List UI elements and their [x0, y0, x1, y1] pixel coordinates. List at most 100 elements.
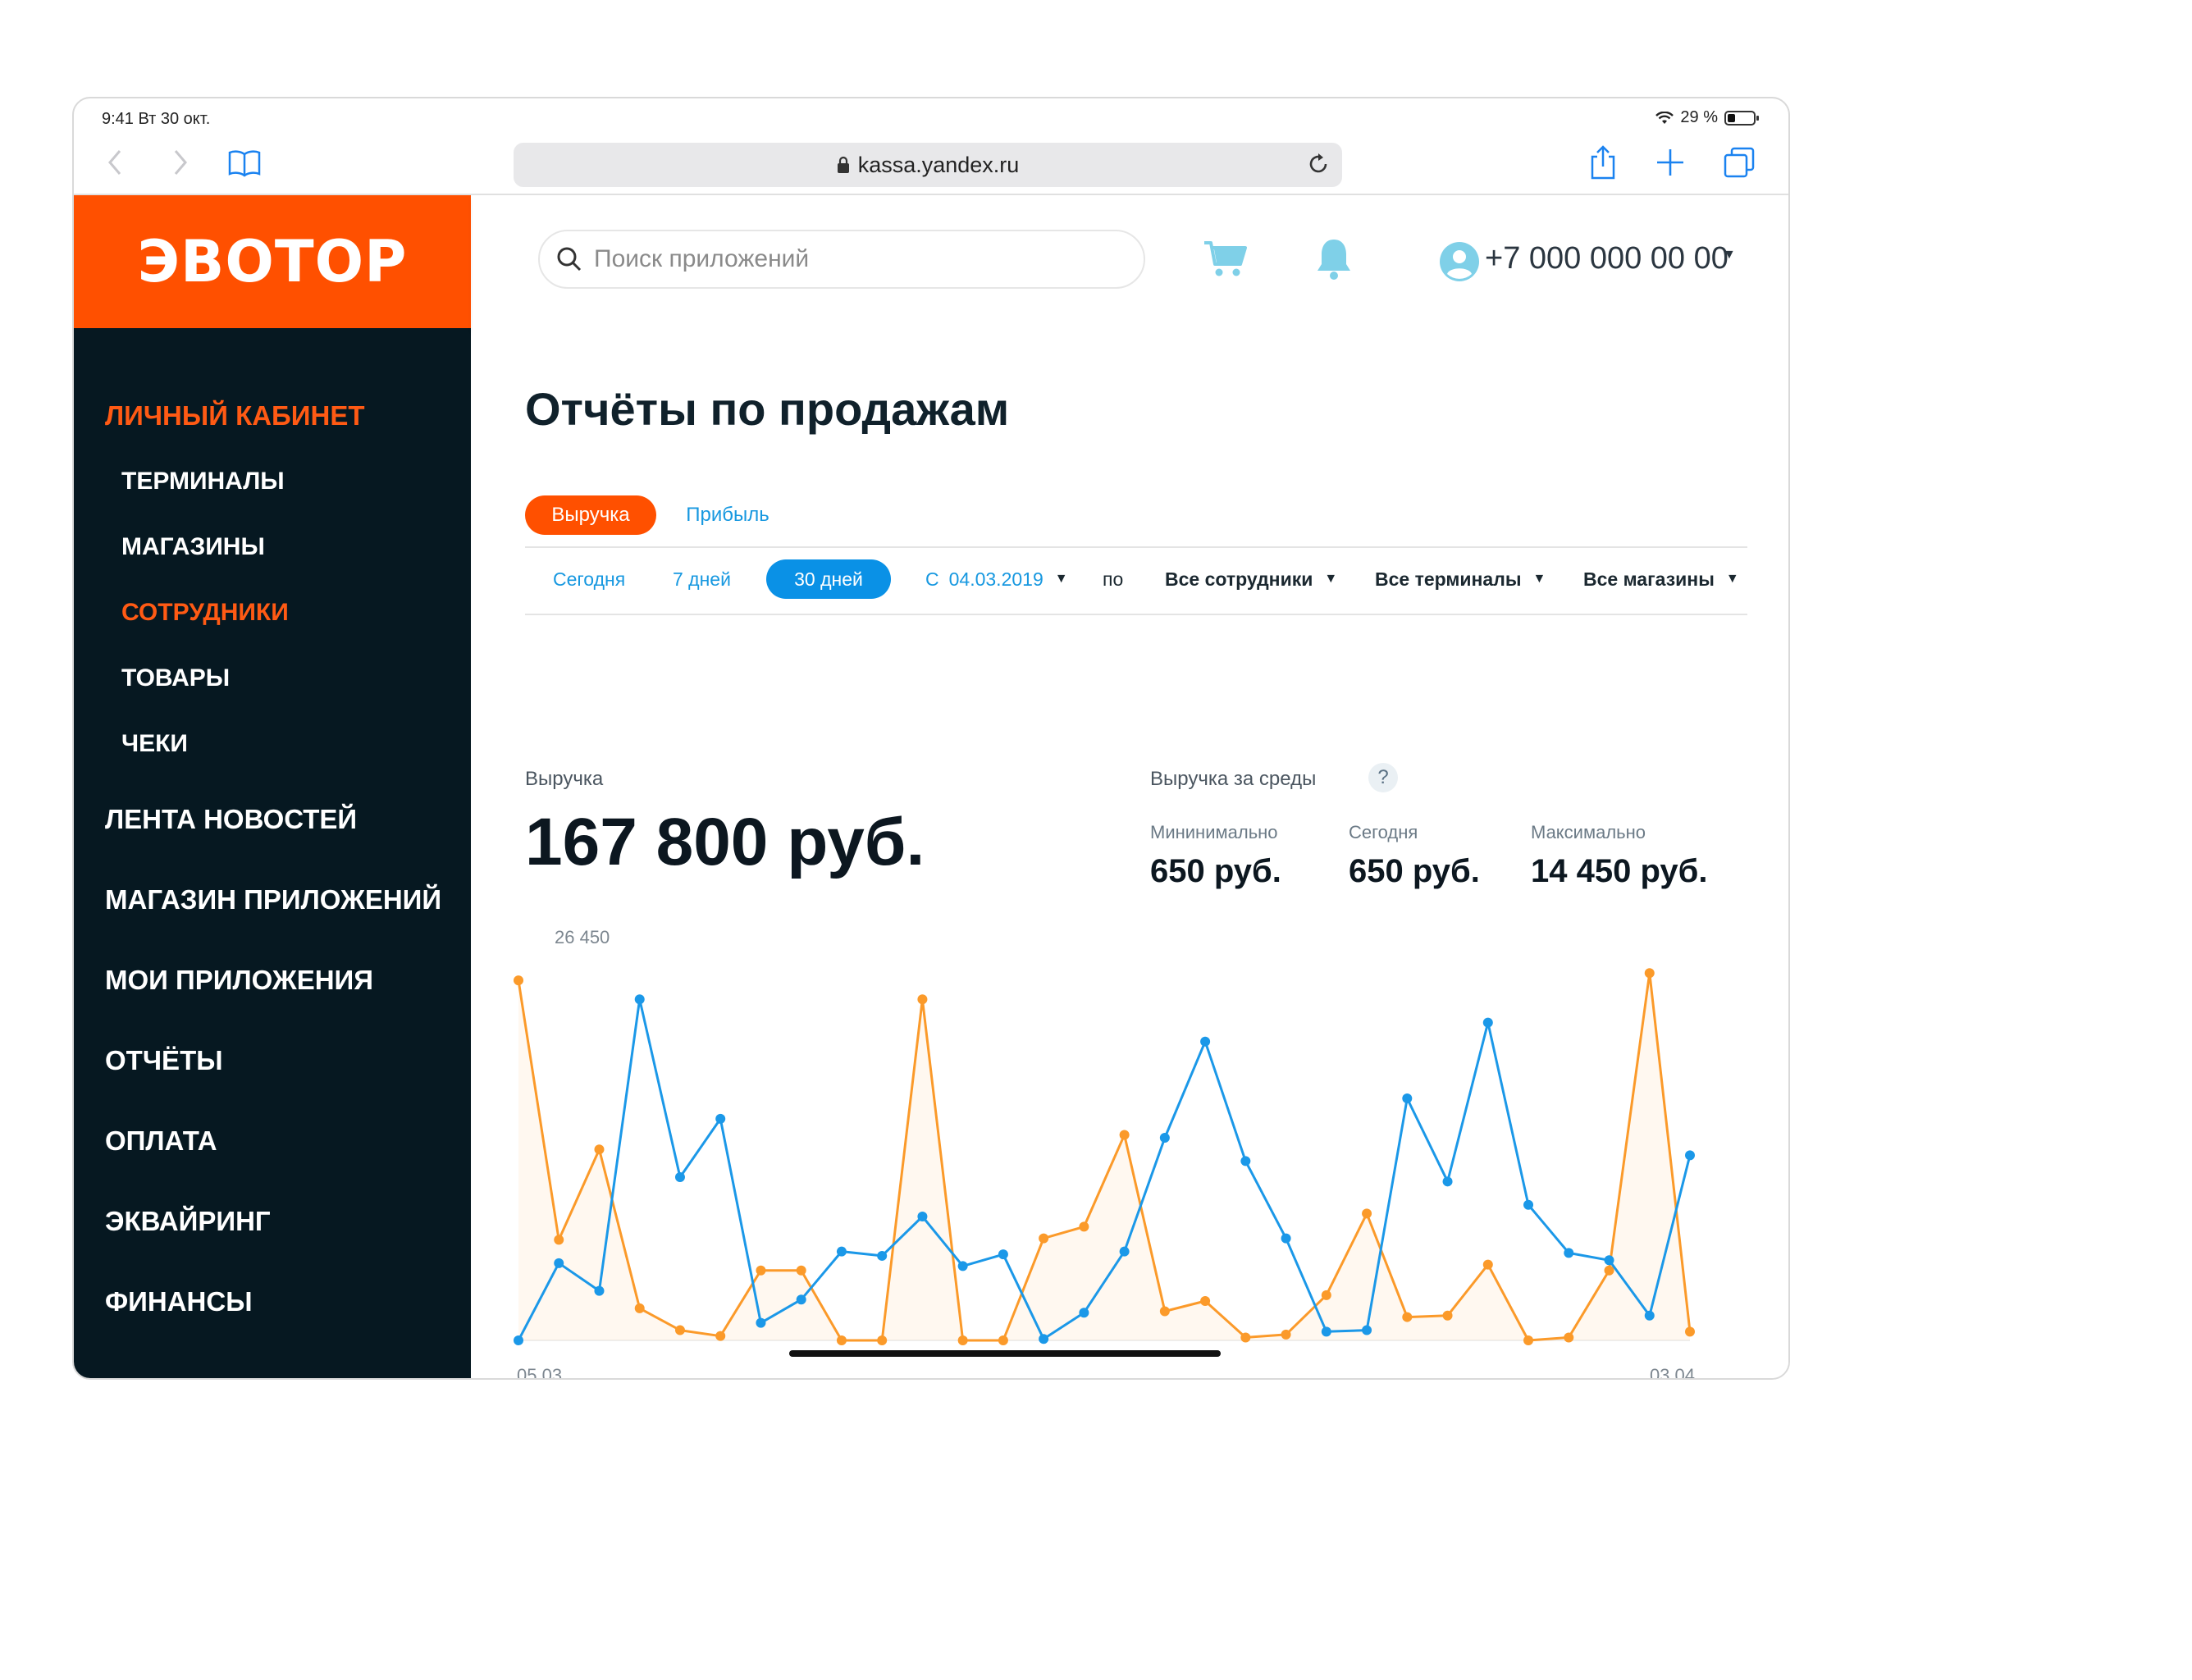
sidebar: ЭВОТОР ЛИЧНЫЙ КАБИНЕТ ТЕРМИНАЛЫ МАГАЗИНЫ…	[74, 195, 471, 1378]
series-blue-point-11	[957, 1261, 968, 1271]
series-orange-point-7	[796, 1265, 806, 1276]
series-orange-point-1	[554, 1235, 564, 1245]
revenue-line-chart: 26 450 05.03 03.04	[514, 927, 1695, 1378]
series-blue-point-29	[1685, 1150, 1695, 1161]
tabs-icon[interactable]	[1719, 143, 1759, 182]
help-icon[interactable]: ?	[1368, 763, 1398, 792]
series-blue-point-6	[756, 1317, 766, 1328]
x-end-label: 03.04	[1650, 1365, 1695, 1378]
date-from-picker[interactable]: С 04.03.2019 ▼	[925, 559, 1068, 599]
user-avatar-icon[interactable]	[1439, 241, 1480, 282]
series-orange-point-15	[1119, 1130, 1130, 1140]
battery-percent: 29 %	[1680, 108, 1718, 126]
sidebar-item-acquiring[interactable]: ЭКВАЙРИНГ	[105, 1206, 271, 1237]
sidebar-item-products[interactable]: ТОВАРЫ	[121, 664, 230, 692]
user-phone[interactable]: +7 000 000 00 00	[1485, 241, 1728, 276]
new-tab-icon[interactable]	[1651, 143, 1690, 182]
series-orange-point-29	[1685, 1326, 1695, 1337]
filters-bottom-divider	[525, 614, 1747, 615]
sidebar-item-app-store[interactable]: МАГАЗИН ПРИЛОЖЕНИЙ	[105, 884, 441, 915]
share-icon[interactable]	[1583, 143, 1623, 182]
cart-icon[interactable]	[1203, 240, 1249, 279]
sidebar-item-news[interactable]: ЛЕНТА НОВОСТЕЙ	[105, 804, 357, 835]
series-blue-point-27	[1604, 1255, 1614, 1266]
revenue-label: Выручка	[525, 768, 604, 790]
stat-max-label: Максимально	[1531, 822, 1646, 842]
x-start-label: 05.03	[517, 1365, 562, 1378]
tab-profit[interactable]: Прибыль	[666, 495, 789, 535]
filter-7-days[interactable]: 7 дней	[673, 559, 731, 599]
sidebar-item-terminals[interactable]: ТЕРМИНАЛЫ	[121, 468, 285, 495]
sidebar-item-employees[interactable]: СОТРУДНИКИ	[121, 599, 289, 627]
status-indicators: 29 %	[1655, 108, 1759, 127]
back-icon[interactable]	[95, 143, 135, 182]
series-blue-point-17	[1200, 1036, 1211, 1047]
series-orange-point-4	[674, 1325, 685, 1335]
series-orange-point-3	[634, 1303, 645, 1313]
series-blue-point-2	[594, 1285, 605, 1296]
reports-content: Отчёты по продажам Выручка Прибыль Сегод…	[473, 328, 1788, 1378]
search-input[interactable]	[592, 244, 1088, 274]
url-bar[interactable]: kassa.yandex.ru	[514, 143, 1342, 187]
employees-dropdown[interactable]: Все сотрудники ▼	[1165, 559, 1337, 599]
lock-icon	[837, 156, 849, 173]
series-orange-point-2	[594, 1144, 605, 1155]
series-blue-point-0	[514, 1335, 523, 1345]
series-orange-point-6	[756, 1265, 766, 1276]
filter-today[interactable]: Сегодня	[553, 559, 625, 599]
reload-icon[interactable]	[1306, 152, 1331, 176]
series-blue-point-14	[1079, 1308, 1089, 1318]
stat-min-label: Мининимально	[1150, 822, 1278, 842]
series-blue-point-24	[1482, 1017, 1493, 1028]
y-max-label: 26 450	[555, 927, 610, 947]
sidebar-item-finance[interactable]: ФИНАНСЫ	[105, 1286, 253, 1317]
series-blue-point-7	[796, 1294, 806, 1305]
battery-icon	[1724, 110, 1759, 126]
series-orange-point-28	[1644, 968, 1655, 979]
tab-revenue[interactable]: Выручка	[525, 495, 656, 535]
stat-max-value: 14 450 руб.	[1531, 853, 1708, 889]
series-blue-point-22	[1402, 1093, 1413, 1104]
series-blue-point-12	[998, 1249, 1008, 1260]
status-time: 9:41 Вт 30 окт.	[102, 110, 211, 128]
terminals-dropdown[interactable]: Все терминалы ▼	[1375, 559, 1546, 599]
series-orange-point-17	[1200, 1296, 1211, 1307]
series-blue-point-25	[1523, 1199, 1534, 1210]
stat-today-value: 650 руб.	[1349, 853, 1480, 889]
date-to-label[interactable]: по	[1103, 559, 1123, 599]
sidebar-item-my-apps[interactable]: МОИ ПРИЛОЖЕНИЯ	[105, 965, 373, 996]
series-orange-point-24	[1482, 1259, 1493, 1270]
sidebar-item-receipts[interactable]: ЧЕКИ	[121, 730, 188, 758]
search-box[interactable]	[538, 230, 1145, 289]
series-orange-point-22	[1402, 1312, 1413, 1322]
forward-icon[interactable]	[161, 143, 200, 182]
search-icon	[557, 247, 582, 272]
top-header: +7 000 000 00 00 ▼	[473, 195, 1788, 329]
series-orange-point-19	[1281, 1329, 1291, 1340]
series-orange-point-10	[917, 994, 928, 1005]
series-blue-point-19	[1281, 1233, 1291, 1244]
series-orange-point-8	[836, 1335, 847, 1345]
wifi-icon	[1655, 111, 1674, 124]
bell-icon[interactable]	[1314, 236, 1354, 281]
series-blue-point-8	[836, 1246, 847, 1257]
account-dropdown-caret[interactable]: ▼	[1723, 248, 1736, 262]
stores-dropdown[interactable]: Все магазины ▼	[1583, 559, 1739, 599]
page-title: Отчёты по продажам	[525, 383, 1010, 435]
stat-min-value: 650 руб.	[1150, 853, 1281, 889]
series-orange-point-11	[957, 1335, 968, 1345]
series-blue-point-26	[1564, 1248, 1574, 1258]
series-blue-point-4	[674, 1171, 685, 1182]
series-blue-point-23	[1442, 1176, 1453, 1187]
sidebar-item-payment[interactable]: ОПЛАТА	[105, 1125, 217, 1157]
filter-30-days[interactable]: 30 дней	[766, 559, 891, 599]
sidebar-item-stores[interactable]: МАГАЗИНЫ	[121, 533, 265, 561]
sidebar-item-reports[interactable]: ОТЧЁТЫ	[105, 1045, 223, 1076]
series-orange-point-12	[998, 1335, 1008, 1345]
bookmarks-icon[interactable]	[225, 143, 264, 182]
series-orange-point-9	[877, 1335, 888, 1345]
sidebar-item-account[interactable]: ЛИЧНЫЙ КАБИНЕТ	[105, 400, 365, 431]
series-blue-point-21	[1362, 1325, 1372, 1335]
logo[interactable]: ЭВОТОР	[74, 195, 471, 328]
terminals-dropdown-label: Все терминалы	[1375, 568, 1522, 590]
